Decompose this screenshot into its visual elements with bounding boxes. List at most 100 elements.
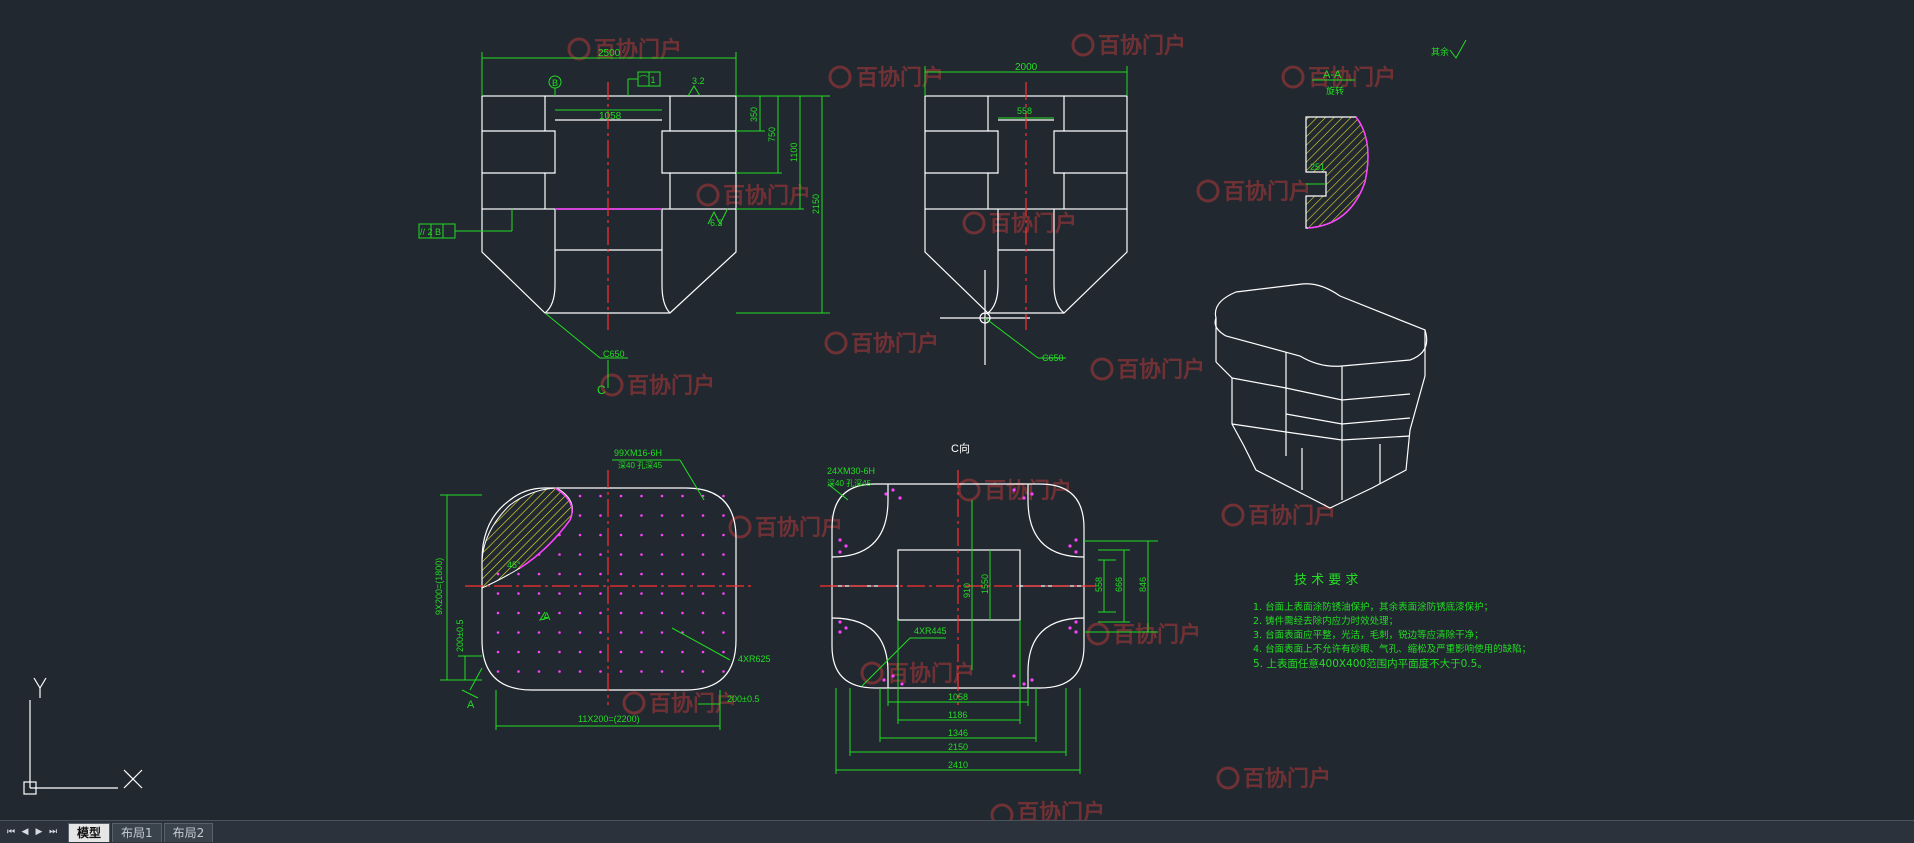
watermark-7: 百协门户 [1196,179,1311,205]
svg-text:558: 558 [1017,106,1032,116]
hole-marker [722,611,725,615]
hole-marker [537,611,541,615]
svg-text:百协门户: 百协门户 [1098,33,1186,59]
svg-text:百协门户: 百协门户 [851,331,939,357]
hole-marker [722,553,725,556]
svg-text:A-A: A-A [1323,69,1342,81]
hole-marker [891,488,895,492]
front-view-dimensions[interactable] [418,52,830,388]
hole-marker [722,572,725,576]
hole-marker [891,674,895,678]
cad-drawing-canvas[interactable]: 百协门户 百协门户 百协门户 百协门户 百协门户 百协门户 百协门户 百协门户 … [0,0,1914,820]
hole-marker [1068,626,1072,630]
svg-text:// 2 B: // 2 B [420,227,441,237]
hole-marker [838,538,842,542]
hole-marker [640,670,643,673]
svg-text:深40 孔深45: 深40 孔深45 [618,461,663,470]
hole-marker [1012,488,1016,492]
hole-marker [640,572,643,576]
svg-text:1058: 1058 [948,692,968,702]
hole-marker [640,631,643,634]
svg-text:百协门户: 百协门户 [1308,65,1396,91]
watermark-18: 百协门户 [990,800,1105,820]
svg-text:百协门户: 百协门户 [1117,357,1205,383]
hole-marker [898,496,902,500]
hole-marker [517,670,520,673]
hole-marker [578,592,582,595]
hole-marker [619,611,623,615]
svg-text:C: C [597,383,606,397]
top-view[interactable] [481,487,737,691]
first-tab-icon[interactable]: ⏮ [4,823,18,841]
tech-req-item: 1. 台面上表面涂防锈油保护，其余表面涂防锈底漆保护； [1253,601,1493,613]
hole-marker [496,631,500,634]
hole-marker [1012,674,1016,678]
svg-text:350: 350 [749,107,759,122]
hole-marker [660,611,664,615]
svg-text:百协门户: 百协门户 [989,211,1077,237]
hole-marker [599,592,602,595]
svg-text:旋转: 旋转 [1326,85,1344,96]
hole-marker [496,650,500,654]
hole-marker [681,514,684,517]
hole-marker [1074,538,1078,542]
tab-layout1[interactable]: 布局1 [112,822,162,842]
hole-marker [660,494,664,498]
hole-marker [558,592,561,595]
svg-text:6.3: 6.3 [710,218,723,228]
layout-tab-bar: ⏮ ◀ ▶ ⏭ 模型 布局1 布局2 [0,820,1914,843]
hole-marker [1022,682,1026,686]
hole-marker [578,611,582,615]
front-view[interactable] [481,95,737,314]
hole-marker [640,611,643,615]
isometric-view[interactable] [1214,283,1428,509]
watermark-3: 百协门户 [1071,33,1186,59]
svg-text:4XR445: 4XR445 [914,626,947,636]
hole-marker [558,611,561,615]
hole-marker [578,494,582,498]
hole-marker [681,553,684,556]
hole-marker [599,494,602,498]
hole-marker [1074,550,1078,554]
svg-text:45°: 45° [507,560,521,570]
hole-marker [537,650,541,654]
svg-text:2150: 2150 [948,742,968,752]
last-tab-icon[interactable]: ⏭ [46,823,60,841]
section-a-a[interactable] [1305,79,1369,229]
hole-marker [599,514,602,517]
watermark-17: 百协门户 [1216,766,1331,792]
bottom-view-dimensions[interactable] [827,483,1158,774]
svg-text:910: 910 [962,583,972,598]
hole-marker [640,514,643,517]
svg-text:百协门户: 百协门户 [627,373,715,399]
hole-marker [701,631,705,634]
svg-text:百协门户: 百协门户 [887,661,975,687]
hole-marker [1022,496,1026,500]
hole-marker [681,611,684,615]
hole-marker [599,650,602,654]
hole-marker [619,670,623,673]
hole-marker [681,650,684,654]
svg-text:9X200=(1800): 9X200=(1800) [434,558,444,615]
hole-marker [900,682,904,686]
watermark-11: 百协门户 [957,478,1072,504]
hole-marker [660,533,664,537]
drawing-svg[interactable]: 百协门户 百协门户 百协门户 百协门户 百协门户 百协门户 百协门户 百协门户 … [0,0,1914,820]
tab-model[interactable]: 模型 [68,822,111,842]
svg-text:24XM30-6H: 24XM30-6H [827,466,875,476]
hole-marker [619,592,623,595]
tab-nav-group: ⏮ ◀ ▶ ⏭ [4,823,60,841]
svg-text:⌒ 1: ⌒ 1 [639,75,656,85]
hole-marker [558,631,561,634]
prev-tab-icon[interactable]: ◀ [18,823,32,841]
tab-layout2[interactable]: 布局2 [163,822,214,842]
hole-marker [517,650,520,654]
hole-marker [578,533,582,537]
svg-text:B: B [552,78,558,88]
hole-marker [496,670,500,673]
hole-marker [599,631,602,634]
svg-text:C650: C650 [1042,353,1064,363]
hole-marker [558,670,561,673]
hole-marker [681,572,684,576]
next-tab-icon[interactable]: ▶ [32,823,46,841]
